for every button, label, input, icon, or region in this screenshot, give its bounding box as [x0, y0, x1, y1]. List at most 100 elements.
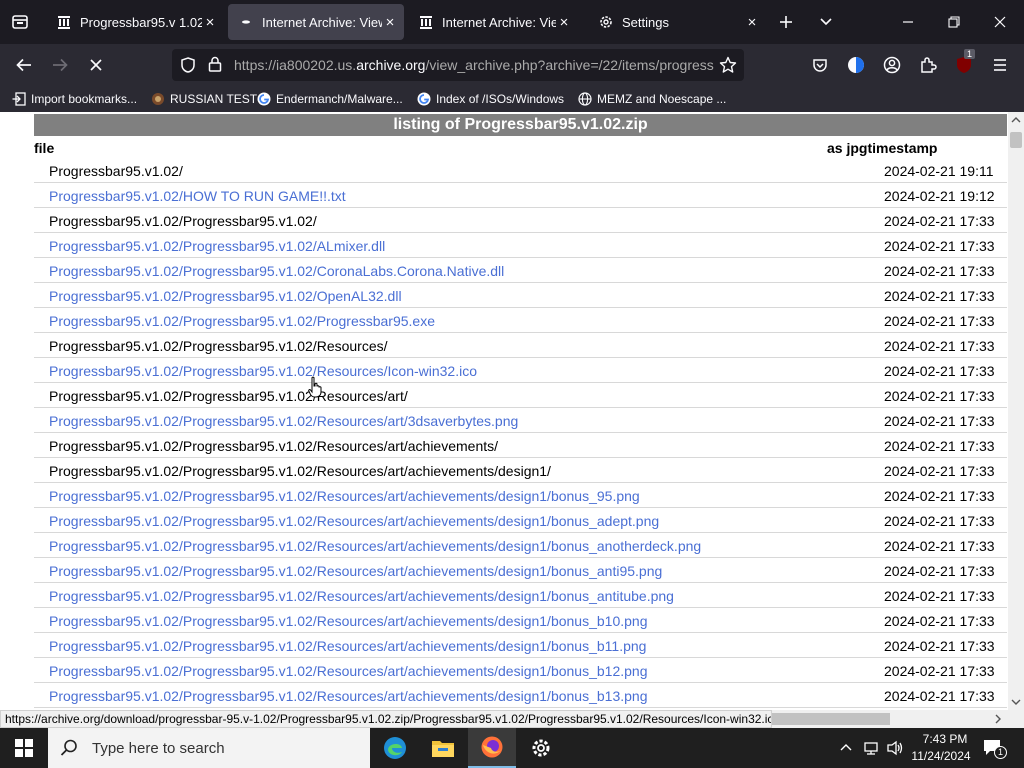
stop-loading-button[interactable]	[78, 47, 114, 83]
taskbar-settings[interactable]	[517, 728, 565, 768]
minimize-button[interactable]	[890, 4, 926, 40]
new-tab-button[interactable]	[768, 4, 804, 40]
file-link[interactable]: Progressbar95.v1.02/Progressbar95.v1.02/…	[49, 638, 646, 654]
url-host: archive.org	[356, 57, 426, 73]
import-icon	[12, 92, 26, 106]
table-row: Progressbar95.v1.02/Progressbar95.v1.02/…	[34, 533, 1007, 558]
ublock-origin-button[interactable]: 1	[946, 47, 982, 83]
start-button[interactable]	[0, 728, 48, 768]
scroll-up-arrow-icon[interactable]	[1011, 116, 1021, 124]
pocket-button[interactable]	[802, 47, 838, 83]
file-link[interactable]: Progressbar95.v1.02/Progressbar95.v1.02/…	[49, 363, 477, 379]
timestamp-cell: 2024-02-21 17:33	[884, 663, 995, 679]
file-link[interactable]: Progressbar95.v1.02/Progressbar95.v1.02/…	[49, 313, 435, 329]
tab-progressbar95[interactable]: Progressbar95.v 1.02 : I ×	[46, 4, 224, 40]
file-link[interactable]: Progressbar95.v1.02/Progressbar95.v1.02/…	[49, 288, 402, 304]
directory-name: Progressbar95.v1.02/Progressbar95.v1.02/…	[49, 388, 408, 404]
bookmark-index-isos[interactable]: Index of /ISOs/Windows	[417, 90, 564, 108]
bookmark-memz[interactable]: MEMZ and Noescape ...	[578, 90, 726, 108]
notification-center-button[interactable]: 1	[982, 738, 1007, 759]
menu-button[interactable]	[982, 47, 1018, 83]
file-link[interactable]: Progressbar95.v1.02/Progressbar95.v1.02/…	[49, 588, 674, 604]
firefox-view-icon	[12, 15, 28, 29]
close-tab-icon[interactable]: ×	[202, 14, 218, 31]
bookmark-russian-test[interactable]: RUSSIAN TEST	[151, 90, 257, 108]
timestamp-cell: 2024-02-21 19:11	[884, 163, 994, 179]
bookmark-label: Import bookmarks...	[31, 92, 138, 106]
list-all-tabs-button[interactable]	[808, 4, 844, 40]
close-window-button[interactable]	[982, 4, 1018, 40]
vertical-scrollbar[interactable]	[1008, 112, 1024, 710]
firefox-view-button[interactable]	[2, 4, 38, 40]
scroll-right-arrow-icon[interactable]	[994, 714, 1002, 724]
network-icon[interactable]	[863, 740, 879, 756]
file-link[interactable]: Progressbar95.v1.02/Progressbar95.v1.02/…	[49, 538, 701, 554]
minimize-icon	[903, 21, 913, 23]
clock-time[interactable]: 7:43 PM	[912, 732, 978, 746]
file-link[interactable]: Progressbar95.v1.02/Progressbar95.v1.02/…	[49, 563, 662, 579]
column-header-timestamp: as jpgtimestamp	[827, 140, 938, 156]
file-link[interactable]: Progressbar95.v1.02/Progressbar95.v1.02/…	[49, 513, 659, 529]
chevron-down-icon	[820, 18, 832, 26]
scrollbar-thumb[interactable]	[1010, 132, 1022, 148]
clock-date[interactable]: 11/24/2024	[908, 749, 974, 763]
back-button[interactable]	[6, 47, 42, 83]
url-text[interactable]: https://ia800202.us.archive.org/view_arc…	[234, 57, 714, 73]
file-link[interactable]: Progressbar95.v1.02/Progressbar95.v1.02/…	[49, 263, 504, 279]
file-link[interactable]: Progressbar95.v1.02/Progressbar95.v1.02/…	[49, 663, 647, 679]
arrow-left-icon	[16, 58, 31, 72]
file-link[interactable]: Progressbar95.v1.02/Progressbar95.v1.02/…	[49, 238, 385, 254]
file-link[interactable]: Progressbar95.v1.02/Progressbar95.v1.02/…	[49, 488, 640, 504]
bookmark-import[interactable]: Import bookmarks...	[12, 90, 137, 108]
file-link[interactable]: Progressbar95.v1.02/Progressbar95.v1.02/…	[49, 413, 518, 429]
tab-internet-archive[interactable]: Internet Archive: View A ×	[408, 4, 578, 40]
search-placeholder: Type here to search	[92, 739, 225, 757]
horizontal-scrollbar[interactable]	[772, 710, 1024, 728]
tray-chevron-up-icon[interactable]	[840, 743, 852, 751]
bookmark-star-icon[interactable]	[719, 56, 737, 79]
taskbar-edge[interactable]	[371, 728, 419, 768]
gear-icon	[532, 739, 550, 757]
url-bar[interactable]: https://ia800202.us.archive.org/view_arc…	[172, 49, 744, 81]
scrollbar-thumb[interactable]	[772, 713, 890, 725]
bookmark-label: Index of /ISOs/Windows	[436, 92, 565, 106]
taskbar-search-box[interactable]: Type here to search	[48, 728, 370, 768]
file-link[interactable]: Progressbar95.v1.02/Progressbar95.v1.02/…	[49, 613, 647, 629]
table-row: Progressbar95.v1.02/Progressbar95.v1.02/…	[34, 433, 1007, 458]
file-link[interactable]: Progressbar95.v1.02/HOW TO RUN GAME!!.tx…	[49, 188, 346, 204]
gear-icon	[598, 14, 614, 30]
file-link[interactable]: Progressbar95.v1.02/Progressbar95.v1.02/…	[49, 688, 647, 704]
vpn-extension-button[interactable]	[838, 47, 874, 83]
tracking-protection-shield-icon[interactable]	[180, 57, 196, 78]
tab-title: Internet Archive: View A	[442, 14, 556, 30]
plus-icon	[780, 16, 792, 28]
timestamp-cell: 2024-02-21 17:33	[884, 588, 995, 604]
timestamp-cell: 2024-02-21 17:33	[884, 488, 995, 504]
url-path: /view_archive.php?archive=/22/items/prog…	[425, 57, 714, 73]
close-tab-icon[interactable]: ×	[556, 14, 572, 31]
account-button[interactable]	[874, 47, 910, 83]
table-row: Progressbar95.v1.02/Progressbar95.v1.02/…	[34, 608, 1007, 633]
close-tab-icon[interactable]: ×	[744, 14, 760, 31]
site-icon	[151, 92, 165, 106]
timestamp-cell: 2024-02-21 17:33	[884, 313, 995, 329]
forward-button[interactable]	[42, 47, 78, 83]
taskbar-file-explorer[interactable]	[419, 728, 467, 768]
bookmark-endermanch[interactable]: Endermanch/Malware...	[257, 90, 403, 108]
table-row: Progressbar95.v1.02/HOW TO RUN GAME!!.tx…	[34, 183, 1007, 208]
link-status-url: https://archive.org/download/progressbar…	[0, 710, 772, 728]
pocket-icon	[813, 59, 827, 72]
table-row: Progressbar95.v1.02/Progressbar95.v1.02/…	[34, 258, 1007, 283]
extensions-button[interactable]	[910, 47, 946, 83]
volume-icon[interactable]	[886, 740, 904, 756]
close-tab-icon[interactable]: ×	[382, 14, 398, 31]
notification-count-badge: 1	[994, 746, 1007, 759]
taskbar-firefox[interactable]	[468, 728, 516, 768]
lock-icon[interactable]	[208, 56, 222, 77]
timestamp-cell: 2024-02-21 17:33	[884, 563, 995, 579]
restore-button[interactable]	[936, 4, 972, 40]
tab-settings[interactable]: Settings ×	[588, 4, 766, 40]
tab-internet-archive-active[interactable]: Internet Archive: View A ×	[228, 4, 404, 40]
scroll-down-arrow-icon[interactable]	[1011, 698, 1021, 706]
tab-title: Progressbar95.v 1.02 : I	[80, 14, 202, 30]
